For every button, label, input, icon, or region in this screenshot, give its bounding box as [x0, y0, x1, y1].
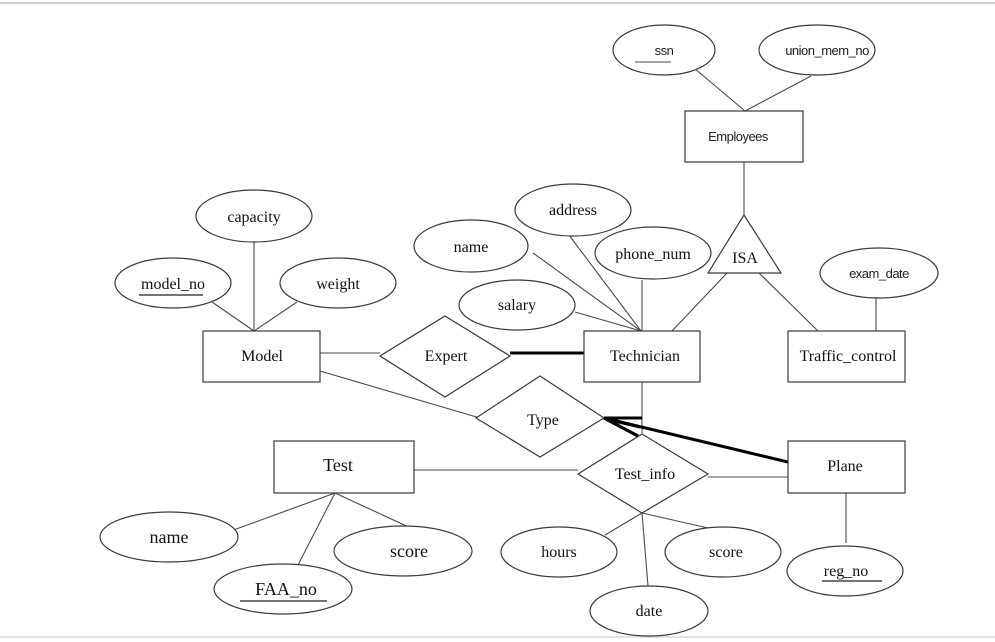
- edge-modelno-model: [211, 301, 255, 332]
- er-diagram: ssn union_mem_no capacity model_no weigh…: [99, 24, 939, 637]
- relationship-test-info[interactable]: Test_info: [576, 433, 710, 514]
- edge-ssn-employees: [693, 67, 746, 112]
- relationship-type-label: Type: [527, 412, 559, 429]
- edge-test-faano: [297, 492, 336, 566]
- isa-triangle[interactable]: ISA: [706, 213, 783, 274]
- entity-technician-label: Technician: [610, 348, 680, 365]
- entity-model[interactable]: Model: [202, 330, 321, 383]
- edge-weight-model: [253, 301, 298, 332]
- edge-isa-technician: [671, 272, 728, 332]
- attribute-phone-num-label: phone_num: [615, 246, 691, 263]
- attribute-test-score-label: score: [390, 541, 428, 561]
- attribute-model-no-label: model_no: [141, 276, 205, 293]
- entity-technician[interactable]: Technician: [583, 330, 701, 383]
- edge-isa-trafficcontrol: [758, 272, 819, 332]
- attribute-model-no[interactable]: model_no: [114, 257, 232, 309]
- relationship-expert-label: Expert: [425, 348, 468, 365]
- attribute-faa-no-label: FAA_no: [255, 579, 317, 599]
- attribute-tech-name-label: name: [454, 239, 489, 256]
- attribute-weight-label: weight: [316, 276, 360, 293]
- attribute-test-name-label: name: [150, 527, 189, 547]
- attribute-reg-no-label: reg_no: [824, 563, 868, 580]
- entity-employees[interactable]: Employees: [684, 110, 804, 163]
- attribute-hours[interactable]: hours: [500, 526, 618, 578]
- edge-testinfo-score: [641, 512, 709, 529]
- relationship-test-info-label: Test_info: [615, 466, 675, 483]
- attribute-weight[interactable]: weight: [279, 257, 397, 309]
- attribute-faa-no[interactable]: FAA_no: [213, 563, 353, 615]
- attribute-date[interactable]: date: [589, 585, 709, 637]
- attribute-union-mem-no-label: union_mem_no: [785, 43, 869, 58]
- entity-plane-label: Plane: [827, 458, 863, 475]
- attribute-info-score-label: score: [709, 544, 743, 561]
- attribute-capacity[interactable]: capacity: [195, 189, 313, 243]
- edge-testinfo-hours: [604, 512, 643, 536]
- attribute-test-score[interactable]: score: [333, 525, 473, 577]
- attribute-address-label: address: [549, 202, 597, 219]
- edge-unionmemno-employees: [744, 75, 812, 112]
- edge-testinfo-date: [641, 512, 649, 587]
- edge-salary-technician: [574, 311, 642, 332]
- edge-test-score: [334, 492, 414, 530]
- edge-test-name: [227, 492, 336, 533]
- relationship-type[interactable]: Type: [474, 375, 606, 458]
- entity-plane[interactable]: Plane: [787, 440, 906, 494]
- entity-traffic-control-label: Traffic_control: [800, 348, 897, 365]
- attribute-exam-date-label: exam_date: [849, 266, 909, 281]
- entity-test[interactable]: Test: [273, 440, 415, 494]
- entity-employees-label: Employees: [708, 129, 769, 144]
- attribute-capacity-label: capacity: [227, 209, 280, 226]
- isa-label: ISA: [732, 250, 758, 267]
- attribute-union-mem-no[interactable]: union_mem_no: [758, 24, 876, 76]
- attribute-ssn-label: ssn: [655, 43, 674, 58]
- entity-test-label: Test: [323, 455, 353, 475]
- attribute-salary-label: salary: [498, 297, 536, 314]
- attribute-hours-label: hours: [541, 544, 577, 561]
- attribute-test-name[interactable]: name: [99, 511, 239, 563]
- attribute-exam-date[interactable]: exam_date: [819, 247, 939, 299]
- attribute-tech-name[interactable]: name: [413, 219, 529, 273]
- attribute-info-score[interactable]: score: [664, 526, 782, 578]
- entity-traffic-control[interactable]: Traffic_control: [787, 330, 906, 383]
- attribute-salary[interactable]: salary: [458, 279, 576, 331]
- relationship-expert[interactable]: Expert: [378, 315, 512, 398]
- entity-model-label: Model: [241, 348, 283, 365]
- attribute-ssn[interactable]: ssn: [612, 24, 716, 76]
- attribute-phone-num[interactable]: phone_num: [594, 226, 712, 280]
- attribute-date-label: date: [636, 603, 663, 620]
- attribute-reg-no[interactable]: reg_no: [786, 545, 904, 597]
- attribute-address[interactable]: address: [514, 183, 632, 237]
